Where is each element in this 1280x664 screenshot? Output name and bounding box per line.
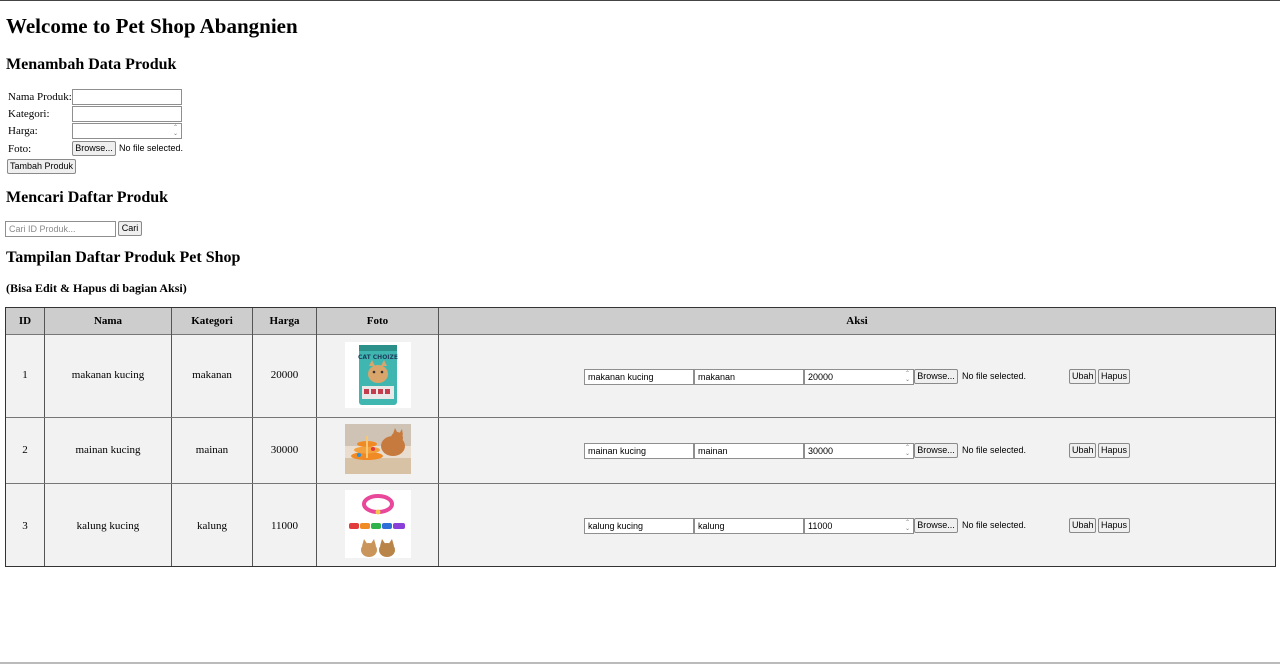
cell-harga: 20000 [270,369,299,381]
column-header-aksi: Aksi [846,315,868,327]
foto-label: Foto: [8,143,32,155]
edit-kategori-input[interactable]: makanan [694,369,804,385]
spinner-icon[interactable]: ⌃ ⌄ [171,125,180,137]
cell-kategori: makanan [192,369,232,381]
page-title: Welcome to Pet Shop Abangnien [6,14,298,38]
nama-produk-input[interactable] [72,89,182,105]
product-table: ID Nama Kategori Harga Foto Aksi 1 makan… [5,307,1276,567]
edit-browse-button[interactable]: Browse... [914,518,958,533]
edit-kategori-input[interactable]: kalung [694,518,804,534]
cat-collar-photo [345,490,411,558]
edit-nama-input[interactable]: kalung kucing [584,518,694,534]
list-heading: Tampilan Daftar Produk Pet Shop [6,249,241,266]
ubah-button[interactable]: Ubah [1069,443,1096,458]
cari-button[interactable]: Cari [118,221,142,236]
foto-file-status: No file selected. [119,143,184,153]
top-border [0,0,1280,1]
search-heading: Mencari Daftar Produk [6,189,169,206]
add-form-heading: Menambah Data Produk [6,56,177,73]
edit-browse-button[interactable]: Browse... [914,369,958,384]
edit-harga-input[interactable]: 20000 ⌃ ⌄ [804,369,914,385]
cell-nama: mainan kucing [75,444,141,456]
edit-harga-input[interactable]: 30000 ⌃ ⌄ [804,443,914,459]
foto-browse-button[interactable]: Browse... [72,141,116,156]
cell-id: 3 [22,520,28,532]
search-placeholder: Cari ID Produk... [9,224,76,234]
edit-file-status: No file selected. [962,371,1027,381]
cell-id: 1 [22,369,28,381]
spinner-icon[interactable]: ⌃ ⌄ [903,371,912,383]
edit-file-status: No file selected. [962,520,1027,530]
column-header-kategori: Kategori [191,315,233,327]
edit-harga-value: 20000 [808,372,834,382]
column-header-foto: Foto [366,315,389,327]
kategori-input[interactable] [72,106,182,122]
edit-file-status: No file selected. [962,445,1027,455]
column-header-nama: Nama [93,315,123,327]
cat-toy-photo [345,424,411,474]
hapus-button[interactable]: Hapus [1098,518,1130,533]
edit-harga-value: 30000 [808,446,834,456]
tambah-produk-button[interactable]: Tambah Produk [7,159,76,174]
edit-harga-value: 11000 [808,521,833,531]
column-header-id: ID [18,315,32,327]
edit-nama-input[interactable]: makanan kucing [584,369,694,385]
edit-kategori-input[interactable]: mainan [694,443,804,459]
cell-harga: 30000 [270,444,299,456]
harga-label: Harga: [8,125,38,137]
ubah-button[interactable]: Ubah [1069,369,1096,384]
ubah-button[interactable]: Ubah [1069,518,1096,533]
cell-id: 2 [22,444,28,456]
edit-harga-input[interactable]: 11000 ⌃ ⌄ [804,518,914,534]
cat-food-bag-photo: CAT CHOIZE [345,342,411,408]
spinner-icon[interactable]: ⌃ ⌄ [903,445,912,457]
cell-nama: kalung kucing [76,520,140,532]
cell-kategori: mainan [195,444,229,456]
edit-browse-button[interactable]: Browse... [914,443,958,458]
cell-nama: makanan kucing [71,369,145,381]
harga-input[interactable]: ⌃ ⌄ [72,123,182,139]
kategori-label: Kategori: [8,108,50,120]
spinner-icon[interactable]: ⌃ ⌄ [903,520,912,532]
cell-harga: 11000 [270,520,299,532]
hapus-button[interactable]: Hapus [1098,369,1130,384]
nama-label: Nama Produk: [8,91,72,103]
list-subheading: (Bisa Edit & Hapus di bagian Aksi) [6,281,187,295]
search-input[interactable]: Cari ID Produk... [5,221,116,237]
hapus-button[interactable]: Hapus [1098,443,1130,458]
svg-text:CAT CHOIZE: CAT CHOIZE [358,354,398,361]
cell-kategori: kalung [197,520,227,532]
column-header-harga: Harga [269,315,300,327]
edit-nama-input[interactable]: mainan kucing [584,443,694,459]
